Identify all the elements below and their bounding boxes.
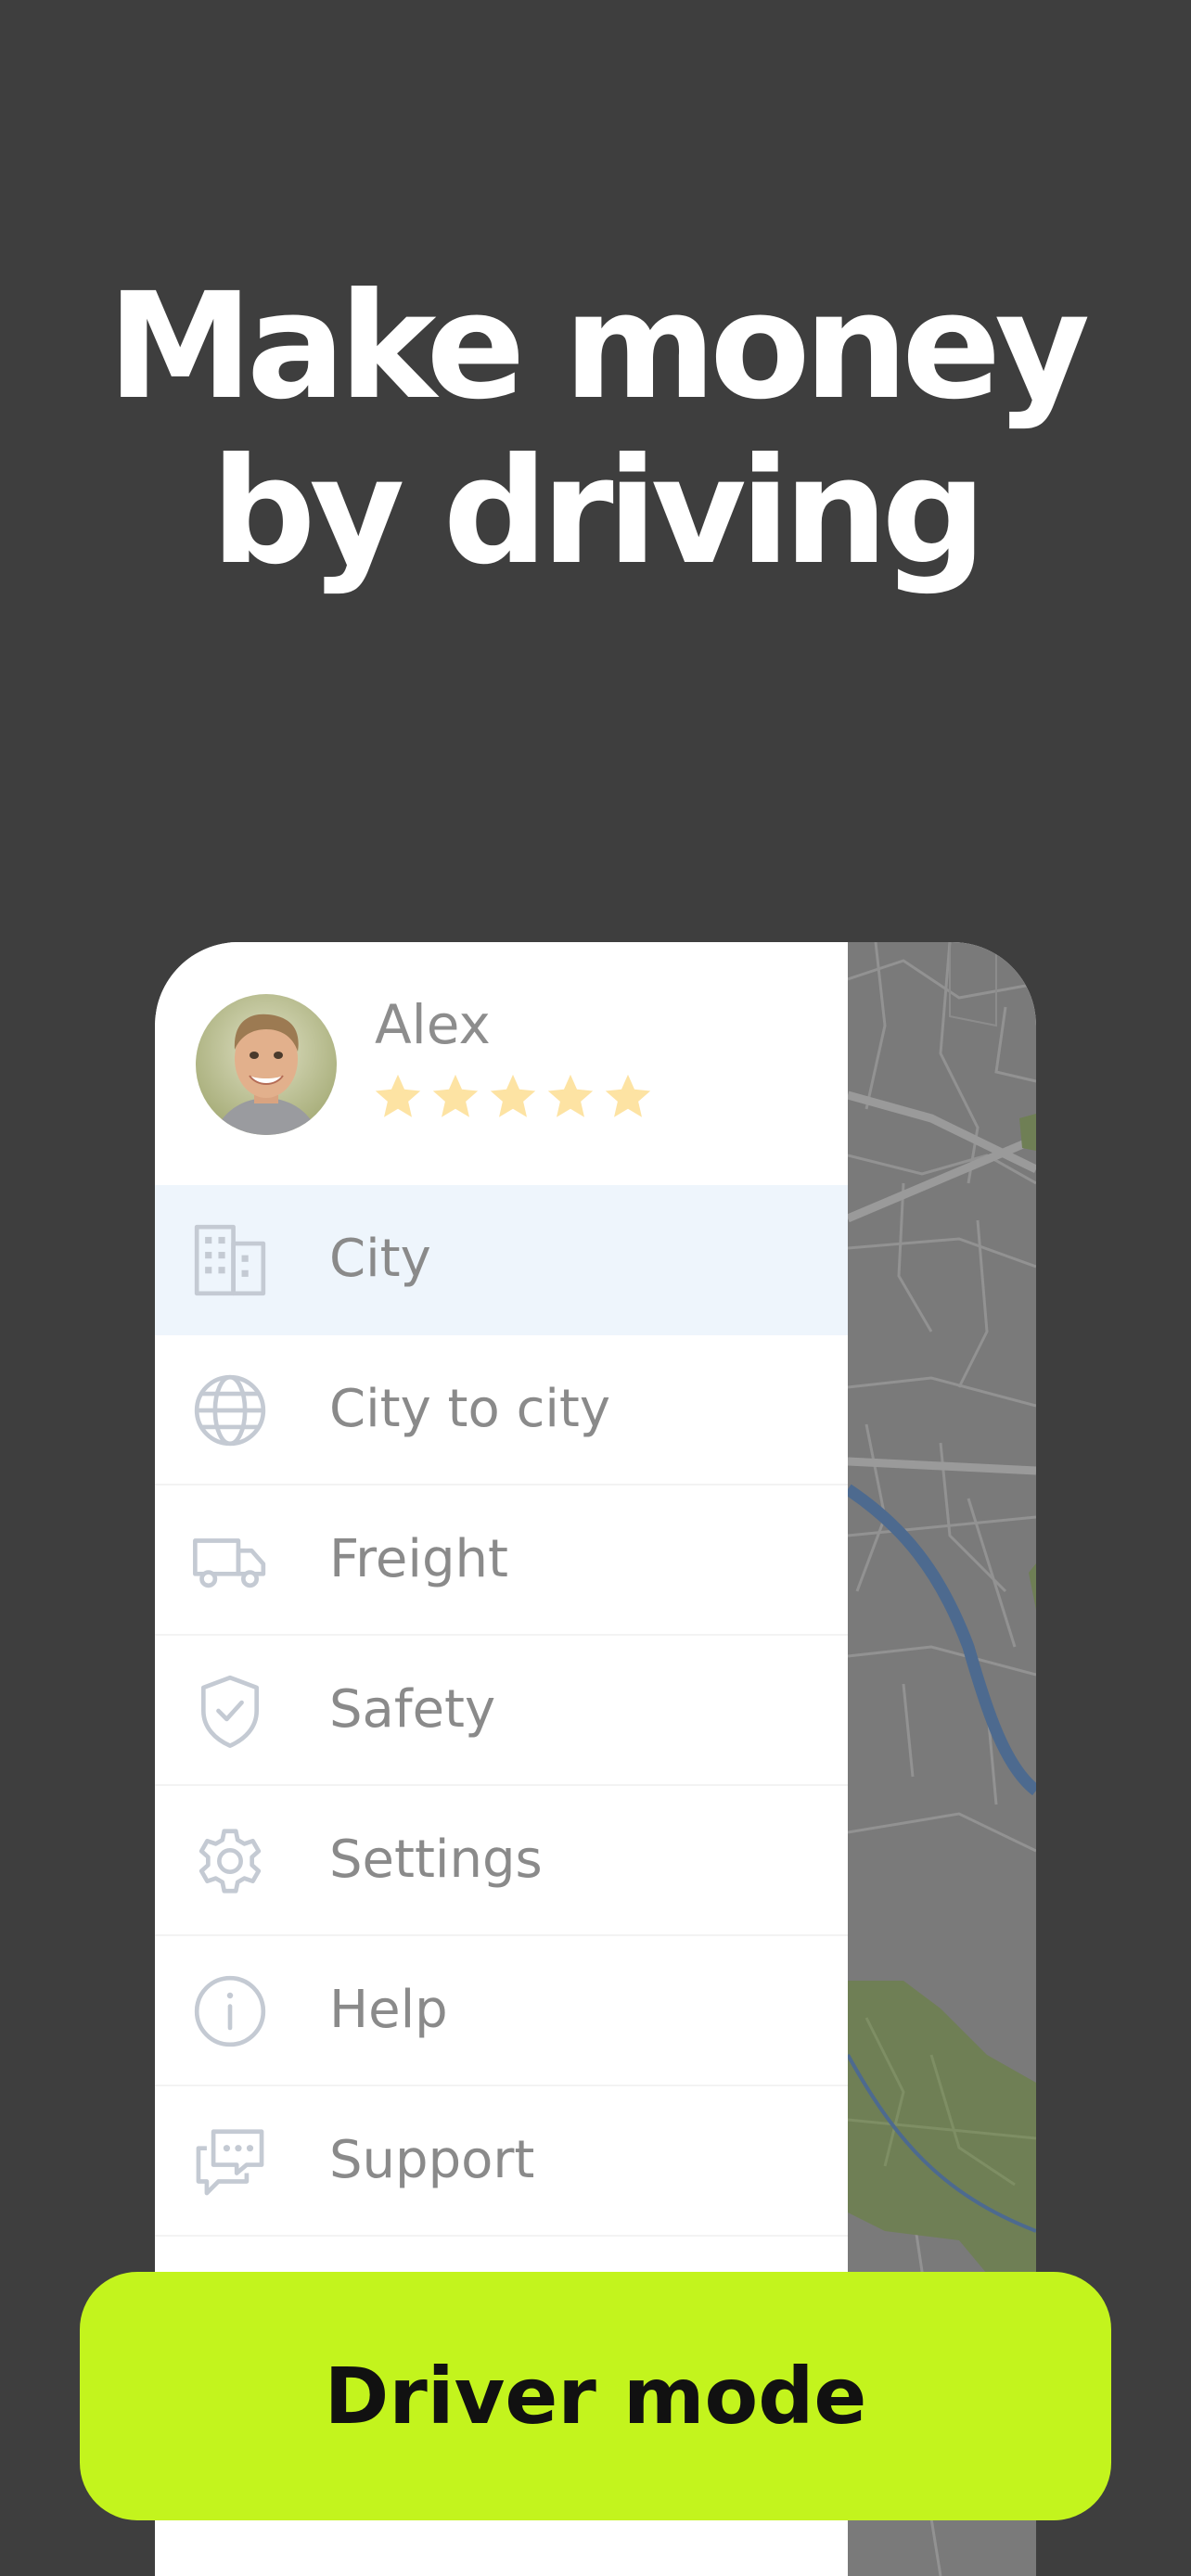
headline: Make money by driving xyxy=(0,264,1191,594)
gear-icon xyxy=(190,1821,270,1901)
menu-label-help: Help xyxy=(329,1980,448,2040)
menu-item-settings[interactable]: Settings xyxy=(155,1786,848,1936)
star-icon xyxy=(605,1074,651,1117)
menu-item-support[interactable]: Support xyxy=(155,2086,848,2237)
truck-icon xyxy=(190,1521,270,1600)
menu-label-safety: Safety xyxy=(329,1679,496,1740)
rating-stars xyxy=(371,1070,655,1124)
menu-label-support: Support xyxy=(329,2130,535,2190)
menu-label-city-to-city: City to city xyxy=(329,1379,611,1439)
info-icon xyxy=(190,1971,270,2051)
menu-item-freight[interactable]: Freight xyxy=(155,1486,848,1636)
star-icon xyxy=(432,1074,479,1117)
menu-label-freight: Freight xyxy=(329,1529,508,1589)
avatar[interactable] xyxy=(196,994,337,1135)
user-name: Alex xyxy=(375,993,491,1056)
headline-line-2: by driving xyxy=(211,427,986,597)
profile-header[interactable]: Alex xyxy=(155,942,848,1185)
driver-mode-button[interactable]: Driver mode xyxy=(80,2272,1111,2520)
menu-label-city: City xyxy=(329,1229,431,1289)
chat-icon xyxy=(190,2122,270,2201)
headline-line-1: Make money xyxy=(107,261,1091,432)
building-icon xyxy=(190,1220,270,1300)
menu-label-settings: Settings xyxy=(329,1830,543,1890)
star-icon xyxy=(490,1074,536,1117)
menu-item-help[interactable]: Help xyxy=(155,1936,848,2086)
shield-check-icon xyxy=(190,1671,270,1751)
menu-item-city[interactable]: City xyxy=(155,1185,848,1335)
star-icon xyxy=(375,1074,421,1117)
menu-item-city-to-city[interactable]: City to city xyxy=(155,1335,848,1486)
menu-item-safety[interactable]: Safety xyxy=(155,1636,848,1786)
drawer-menu: City City to city Freight Safety Setting… xyxy=(155,1185,848,2237)
star-icon xyxy=(547,1074,594,1117)
globe-icon xyxy=(190,1371,270,1450)
